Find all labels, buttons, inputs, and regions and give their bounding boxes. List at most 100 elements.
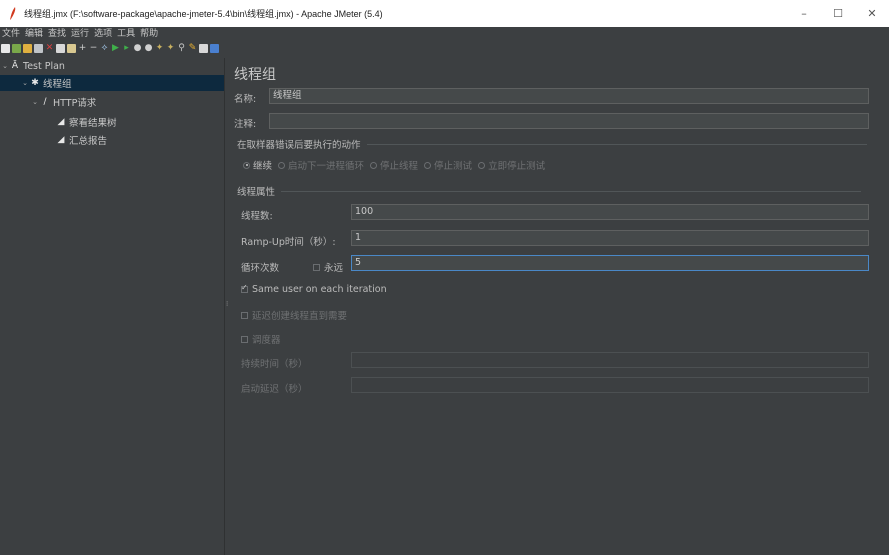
sampler-error-action-group: 继续 启动下一进程循环 停止线程 停止测试 立即停止测试 bbox=[243, 158, 551, 172]
tree-node-label: HTTP请求 bbox=[53, 98, 97, 109]
radio-label: 停止测试 bbox=[434, 161, 473, 172]
radio-dot-icon bbox=[424, 161, 432, 169]
shutdown-icon[interactable]: ● bbox=[144, 43, 153, 53]
menu-bar: 文件 编辑 查找 运行 选项 工具 帮助 bbox=[0, 27, 889, 41]
tree-node-label: 察看结果树 bbox=[69, 118, 117, 129]
checkbox-icon bbox=[241, 335, 248, 343]
radio-label: 继续 bbox=[253, 161, 273, 172]
forever-checkbox[interactable]: 永远 bbox=[313, 260, 343, 274]
test-plan-icon: Ā bbox=[11, 61, 19, 71]
thread-group-icon: ✱ bbox=[31, 78, 39, 88]
expand-chevron-icon[interactable]: ⌄ bbox=[30, 98, 40, 106]
checkbox-label: 延迟创建线程直到需要 bbox=[252, 311, 348, 322]
window-title: 线程组.jmx (F:\software-package\apache-jmet… bbox=[24, 9, 383, 19]
new-icon[interactable] bbox=[1, 43, 10, 53]
close-button[interactable]: ✕ bbox=[855, 0, 889, 27]
radio-stop-thread[interactable]: 停止线程 bbox=[370, 158, 418, 172]
name-label: 名称: bbox=[234, 94, 257, 105]
stop-icon[interactable]: ● bbox=[133, 43, 142, 53]
radio-start-next-loop[interactable]: 启动下一进程循环 bbox=[278, 158, 364, 172]
test-plan-tree[interactable]: ⌄ Ā Test Plan ⌄ ✱ 线程组 ⌄ ∕ HTTP请求 ◢ 察看结果树… bbox=[0, 58, 224, 555]
threads-label: 线程数: bbox=[241, 211, 273, 222]
rampup-field[interactable]: 1 bbox=[351, 230, 869, 246]
expand-icon[interactable]: + bbox=[78, 43, 87, 53]
splitter-grip-icon[interactable]: ⁞ bbox=[226, 300, 228, 308]
collapse-icon[interactable]: − bbox=[89, 43, 98, 53]
menu-file[interactable]: 文件 bbox=[2, 27, 20, 41]
save-icon[interactable] bbox=[34, 43, 43, 53]
start-no-pause-icon[interactable]: ▸ bbox=[122, 43, 131, 53]
name-field[interactable]: 线程组 bbox=[269, 88, 869, 104]
duration-field[interactable] bbox=[351, 352, 869, 368]
templates-icon[interactable] bbox=[12, 43, 21, 53]
function-helper-icon[interactable] bbox=[199, 43, 208, 53]
comment-field[interactable] bbox=[269, 113, 869, 129]
tree-node-http-request[interactable]: ⌄ ∕ HTTP请求 bbox=[30, 94, 96, 110]
checkbox-label: 永远 bbox=[324, 263, 344, 274]
threads-field[interactable]: 100 bbox=[351, 204, 869, 220]
maximize-button[interactable]: ☐ bbox=[821, 0, 855, 27]
tree-node-label: 线程组 bbox=[43, 79, 72, 90]
expand-chevron-icon[interactable]: ⌄ bbox=[20, 79, 30, 87]
jmeter-feather-icon bbox=[6, 7, 20, 21]
menu-tools[interactable]: 工具 bbox=[117, 27, 135, 41]
listener-icon: ◢ bbox=[57, 117, 65, 127]
section-divider bbox=[366, 143, 867, 145]
section-title: 在取样器错误后要执行的动作 bbox=[237, 140, 361, 151]
radio-dot-icon bbox=[278, 161, 286, 169]
tree-node-test-plan[interactable]: ⌄ Ā Test Plan bbox=[0, 58, 65, 74]
loop-count-field[interactable]: 5 bbox=[351, 255, 869, 271]
start-icon[interactable]: ▶ bbox=[111, 43, 120, 53]
help-icon[interactable] bbox=[210, 43, 219, 53]
cut-icon[interactable]: ✕ bbox=[45, 43, 54, 53]
open-icon[interactable] bbox=[23, 43, 32, 53]
delay-thread-creation-checkbox[interactable]: 延迟创建线程直到需要 bbox=[241, 308, 347, 322]
checkbox-icon bbox=[241, 311, 248, 319]
clear-all-icon[interactable]: ✦ bbox=[166, 43, 175, 53]
menu-search[interactable]: 查找 bbox=[48, 27, 66, 41]
radio-label: 启动下一进程循环 bbox=[288, 161, 365, 172]
sampler-icon: ∕ bbox=[43, 97, 47, 107]
tree-node-view-results-tree[interactable]: ◢ 察看结果树 bbox=[56, 114, 117, 130]
startup-delay-field[interactable] bbox=[351, 377, 869, 393]
comment-label: 注释: bbox=[234, 119, 257, 130]
radio-label: 停止线程 bbox=[380, 161, 419, 172]
panel-title: 线程组 bbox=[234, 67, 276, 83]
loop-count-label: 循环次数 bbox=[241, 263, 280, 274]
radio-dot-icon bbox=[478, 161, 486, 169]
tree-node-label: Test Plan bbox=[23, 60, 65, 72]
same-user-checkbox[interactable]: Same user on each iteration bbox=[241, 283, 387, 295]
radio-stop-test-now[interactable]: 立即停止测试 bbox=[478, 158, 545, 172]
radio-stop-test[interactable]: 停止测试 bbox=[424, 158, 472, 172]
search-icon[interactable]: ⚲ bbox=[177, 43, 186, 53]
toggle-icon[interactable]: ⟡ bbox=[100, 43, 109, 53]
sampler-error-section: 在取样器错误后要执行的动作 bbox=[237, 137, 867, 151]
tree-node-summary-report[interactable]: ◢ 汇总报告 bbox=[56, 132, 107, 148]
window-title-bar: 线程组.jmx (F:\software-package\apache-jmet… bbox=[0, 0, 889, 27]
rampup-label: Ramp-Up时间（秒）: bbox=[241, 237, 336, 248]
paste-icon[interactable] bbox=[67, 43, 76, 53]
thread-properties-section: 线程属性 bbox=[237, 184, 862, 198]
checkbox-icon bbox=[241, 283, 248, 293]
duration-label: 持续时间（秒） bbox=[241, 359, 308, 370]
menu-options[interactable]: 选项 bbox=[94, 27, 112, 41]
thread-group-panel: 线程组 名称: 线程组 注释: 在取样器错误后要执行的动作 继续 启动下一进程循… bbox=[229, 58, 889, 555]
tree-node-label: 汇总报告 bbox=[69, 136, 108, 147]
radio-continue[interactable]: 继续 bbox=[243, 158, 272, 172]
menu-help[interactable]: 帮助 bbox=[140, 27, 158, 41]
clear-icon[interactable]: ✦ bbox=[155, 43, 164, 53]
copy-icon[interactable] bbox=[56, 43, 65, 53]
expand-chevron-icon[interactable]: ⌄ bbox=[0, 62, 10, 70]
section-divider bbox=[281, 190, 862, 192]
reset-search-icon[interactable]: ✎ bbox=[188, 43, 197, 53]
menu-run[interactable]: 运行 bbox=[71, 27, 89, 41]
scheduler-checkbox[interactable]: 调度器 bbox=[241, 332, 281, 346]
tree-node-thread-group[interactable]: ⌄ ✱ 线程组 bbox=[0, 75, 224, 91]
radio-dot-icon bbox=[243, 161, 250, 169]
radio-label: 立即停止测试 bbox=[488, 161, 546, 172]
radio-dot-icon bbox=[370, 161, 378, 169]
menu-edit[interactable]: 编辑 bbox=[25, 27, 43, 41]
listener-icon: ◢ bbox=[57, 135, 65, 145]
toolbar: ✕ + − ⟡ ▶ ▸ ● ● ✦ ✦ ⚲ ✎ bbox=[0, 41, 889, 55]
minimize-button[interactable]: – bbox=[787, 0, 821, 27]
